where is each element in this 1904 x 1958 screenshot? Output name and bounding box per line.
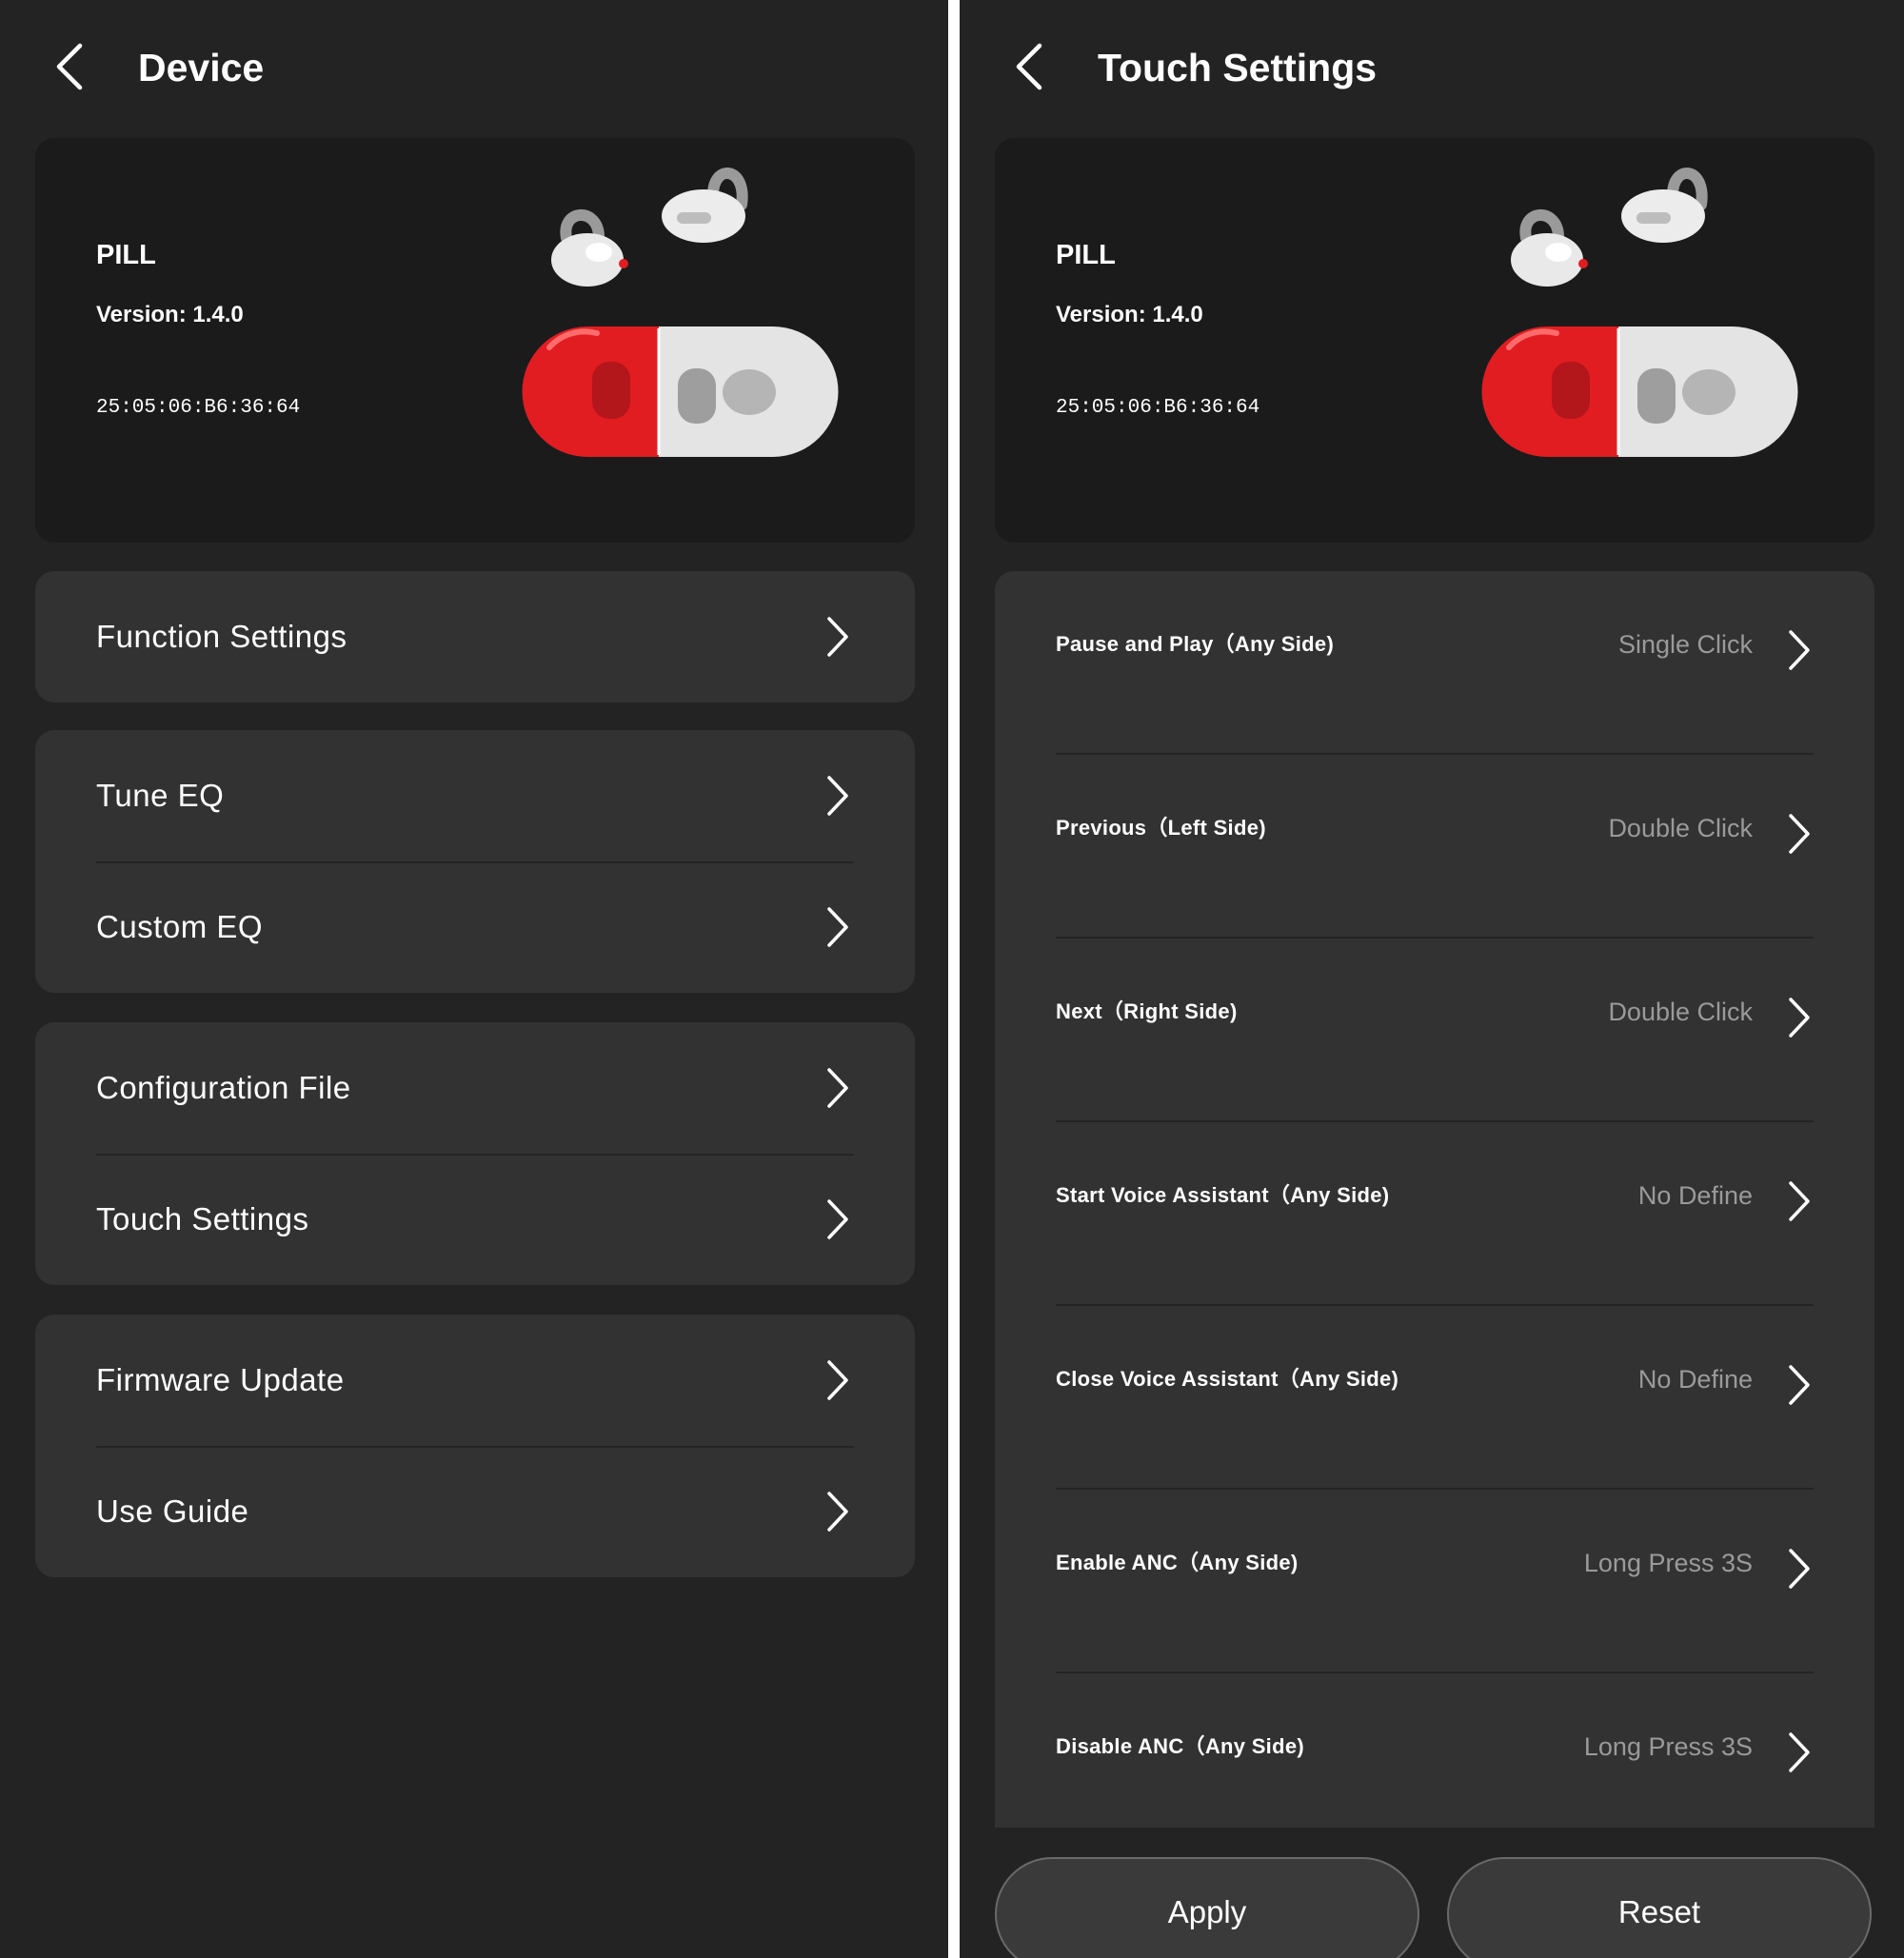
chevron-right-icon [1787, 1731, 1812, 1774]
touch-action-label: Disable ANC（Any Side) [1056, 1734, 1304, 1758]
touch-row-previous[interactable]: Previous（Left Side) Double Click [995, 755, 1874, 939]
menu-item-use-guide[interactable]: Use Guide [35, 1446, 915, 1577]
menu-group-eq: Tune EQ Custom EQ [35, 730, 915, 993]
menu-item-label: Function Settings [96, 619, 347, 654]
touch-gesture-value: No Define [1637, 1181, 1753, 1210]
chevron-right-icon [825, 1197, 850, 1241]
touch-gesture-value: Single Click [1617, 630, 1753, 659]
chevron-right-icon [825, 1490, 850, 1533]
device-mac-address: 25:05:06:B6:36:64 [96, 397, 301, 419]
touch-row-disable-anc[interactable]: Disable ANC（Any Side) Long Press 3S [995, 1673, 1874, 1828]
menu-item-label: Use Guide [96, 1493, 249, 1529]
menu-item-label: Configuration File [96, 1070, 351, 1105]
menu-group-configuration: Configuration File Touch Settings [35, 1022, 915, 1285]
touch-action-label: Next（Right Side) [1056, 999, 1238, 1023]
touch-settings-list: Pause and Play（Any Side) Single Click Pr… [995, 571, 1874, 1828]
top-bar: Touch Settings [960, 0, 1904, 133]
touch-action-label: Pause and Play（Any Side) [1056, 632, 1335, 656]
touch-gesture-value: No Define [1637, 1365, 1753, 1394]
chevron-right-icon [825, 774, 850, 818]
touch-row-start-voice-assistant[interactable]: Start Voice Assistant（Any Side) No Defin… [995, 1122, 1874, 1306]
chevron-right-icon [1787, 1179, 1812, 1223]
menu-item-label: Touch Settings [96, 1201, 309, 1236]
reset-button[interactable]: Reset [1447, 1857, 1872, 1958]
device-version: Version: 1.4.0 [1056, 302, 1203, 327]
chevron-right-icon [1787, 1547, 1812, 1591]
menu-item-label: Custom EQ [96, 909, 264, 944]
touch-row-close-voice-assistant[interactable]: Close Voice Assistant（Any Side) No Defin… [995, 1306, 1874, 1490]
touch-gesture-value: Double Click [1608, 814, 1753, 842]
chevron-right-icon [1787, 1363, 1812, 1407]
menu-item-configuration-file[interactable]: Configuration File [35, 1022, 915, 1154]
touch-row-next[interactable]: Next（Right Side) Double Click [995, 939, 1874, 1122]
device-mac-address: 25:05:06:B6:36:64 [1056, 397, 1260, 419]
menu-item-function-settings[interactable]: Function Settings [35, 571, 915, 702]
back-button[interactable] [1007, 40, 1051, 93]
chevron-right-icon [1787, 996, 1812, 1039]
touch-row-enable-anc[interactable]: Enable ANC（Any Side) Long Press 3S [995, 1490, 1874, 1673]
chevron-right-icon [1787, 812, 1812, 856]
menu-item-firmware-update[interactable]: Firmware Update [35, 1315, 915, 1446]
chevron-right-icon [1787, 628, 1812, 672]
chevron-right-icon [825, 905, 850, 949]
chevron-left-icon [56, 43, 83, 90]
touch-action-label: Enable ANC（Any Side) [1056, 1551, 1299, 1574]
menu-item-custom-eq[interactable]: Custom EQ [35, 861, 915, 993]
chevron-right-icon [825, 1358, 850, 1402]
device-version: Version: 1.4.0 [96, 302, 244, 327]
touch-gesture-value: Double Click [1608, 998, 1753, 1026]
device-name: PILL [1056, 240, 1116, 270]
device-card: PILL Version: 1.4.0 25:05:06:B6:36:64 [995, 138, 1874, 543]
earbuds-product-image [1481, 168, 1798, 457]
page-title: Device [138, 46, 265, 89]
device-card: PILL Version: 1.4.0 25:05:06:B6:36:64 [35, 138, 915, 543]
menu-item-label: Firmware Update [96, 1362, 345, 1397]
touch-gesture-value: Long Press 3S [1583, 1549, 1753, 1577]
apply-button[interactable]: Apply [995, 1857, 1419, 1958]
touch-action-label: Close Voice Assistant（Any Side) [1056, 1367, 1399, 1391]
touch-action-label: Previous（Left Side) [1056, 816, 1266, 840]
menu-item-label: Tune EQ [96, 778, 225, 813]
device-screen: Device PILL Version: 1.4.0 25:05:06:B6:3… [0, 0, 948, 1958]
menu-group-firmware: Firmware Update Use Guide [35, 1315, 915, 1577]
chevron-right-icon [825, 615, 850, 659]
chevron-left-icon [1016, 43, 1042, 90]
back-button[interactable] [48, 40, 91, 93]
touch-row-pause-play[interactable]: Pause and Play（Any Side) Single Click [995, 571, 1874, 755]
touch-gesture-value: Long Press 3S [1583, 1732, 1753, 1761]
menu-group-function: Function Settings [35, 571, 915, 702]
earbuds-product-image [522, 168, 839, 457]
menu-item-touch-settings[interactable]: Touch Settings [35, 1154, 915, 1285]
device-name: PILL [96, 240, 156, 270]
menu-item-tune-eq[interactable]: Tune EQ [35, 730, 915, 861]
touch-action-label: Start Voice Assistant（Any Side) [1056, 1183, 1390, 1207]
chevron-right-icon [825, 1066, 850, 1110]
top-bar: Device [0, 0, 948, 133]
page-title: Touch Settings [1098, 46, 1378, 89]
touch-settings-screen: Touch Settings PILL Version: 1.4.0 25:05… [960, 0, 1904, 1958]
